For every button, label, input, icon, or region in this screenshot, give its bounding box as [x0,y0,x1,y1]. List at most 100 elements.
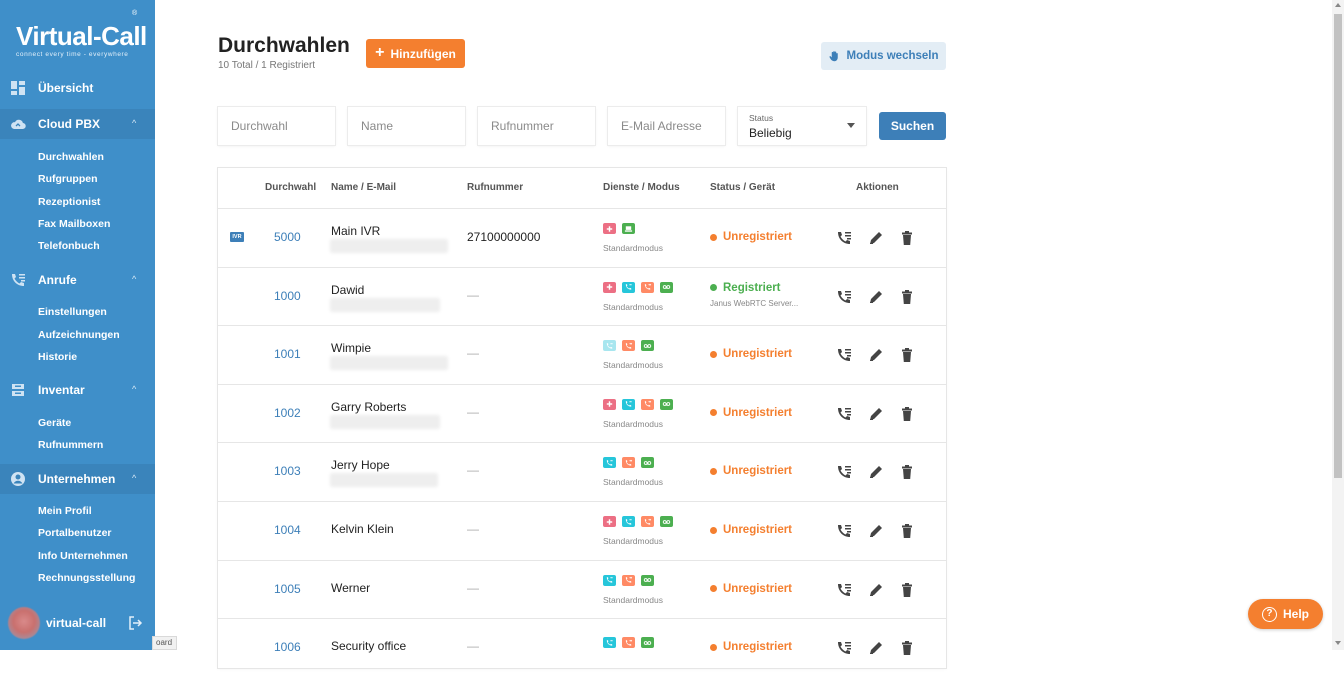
extension-link[interactable]: 1005 [274,582,301,596]
service-forward-icon[interactable] [622,457,635,469]
nav-calls[interactable]: Anrufe ^ [0,265,155,295]
service-voicemail-icon[interactable] [660,281,673,293]
edit-icon[interactable] [868,582,884,598]
number-filter[interactable] [478,107,595,145]
nav-item-rezeptionist[interactable]: Rezeptionist [38,196,100,208]
service-call-icon[interactable] [603,637,616,649]
nav-overview[interactable]: Übersicht [0,73,155,103]
service-voicemail-icon[interactable] [641,574,654,586]
service-voicemail-icon[interactable] [660,516,673,527]
scrollbar[interactable] [1332,0,1344,650]
delete-icon[interactable] [899,582,915,598]
service-dnd-icon[interactable] [603,516,616,527]
name-filter[interactable] [348,107,465,145]
edit-icon[interactable] [868,406,884,422]
service-forward-icon[interactable] [641,281,654,293]
edit-icon[interactable] [868,347,884,363]
service-forward-icon[interactable] [622,637,635,649]
edit-icon[interactable] [868,289,884,305]
service-dnd-icon[interactable] [603,223,616,234]
chevron-up-icon[interactable]: ^ [132,384,136,394]
scroll-up-arrow-icon[interactable] [1335,3,1341,7]
nav-item-durchwahlen[interactable]: Durchwahlen [38,151,104,163]
extension-filter-input[interactable] [229,118,335,134]
chevron-up-icon[interactable]: ^ [132,274,136,284]
nav-item-fax-mailboxen[interactable]: Fax Mailboxen [38,218,110,230]
name-filter-input[interactable] [359,118,465,134]
column-header-name[interactable]: Name / E-Mail [331,182,396,193]
call-log-icon[interactable] [836,289,852,305]
service-forward-icon[interactable] [622,340,635,352]
switch-mode-button[interactable]: Modus wechseln [821,42,946,70]
nav-item-rufnummern[interactable]: Rufnummern [38,439,103,451]
search-button[interactable]: Suchen [879,112,946,140]
extension-link[interactable]: 1001 [274,347,301,361]
service-call-icon[interactable] [622,516,635,527]
table-row[interactable]: 1003 Jerry Hope — Standardmodus Unregistrier… [218,442,946,501]
call-log-icon[interactable] [836,640,852,656]
service-voicemail-icon[interactable] [641,637,654,649]
delete-icon[interactable] [899,406,915,422]
delete-icon[interactable] [899,464,915,480]
service-call-icon[interactable] [603,574,616,586]
nav-item-mein-profil[interactable]: Mein Profil [38,505,92,517]
service-dnd-icon[interactable] [603,281,616,293]
avatar[interactable] [8,607,40,639]
nav-item-portalbenutzer[interactable]: Portalbenutzer [38,527,112,539]
status-select[interactable]: Status Beliebig [738,107,866,145]
table-row[interactable]: 1000 Dawid — Standardmodus Registriert Janus … [218,266,946,326]
service-call-icon[interactable] [603,457,616,469]
table-row[interactable]: IVR 5000 Main IVR 27100000000 Standardmodus U… [218,208,946,267]
email-filter[interactable] [608,107,725,145]
column-header-number[interactable]: Rufnummer [467,182,523,193]
call-log-icon[interactable] [836,582,852,598]
call-log-icon[interactable] [836,230,852,246]
service-voicemail-icon[interactable] [641,340,654,352]
table-row[interactable]: 1006 Security office — Unregistriert [218,618,946,677]
scroll-down-arrow-icon[interactable] [1335,641,1341,645]
call-log-icon[interactable] [836,464,852,480]
nav-company[interactable]: Unternehmen ^ [0,464,155,494]
logout-icon[interactable] [127,615,143,631]
nav-item-historie[interactable]: Historie [38,351,77,363]
service-dnd-icon[interactable] [603,398,616,410]
chevron-up-icon[interactable]: ^ [132,473,136,483]
call-log-icon[interactable] [836,347,852,363]
extension-link[interactable]: 1003 [274,464,301,478]
nav-item-geraete[interactable]: Geräte [38,417,71,429]
extension-link[interactable]: 1002 [274,406,301,420]
table-row[interactable]: 1005 Werner — Standardmodus Unregistriert [218,559,946,619]
extension-filter[interactable] [218,107,335,145]
nav-item-rechnungsstellung[interactable]: Rechnungsstellung [38,572,135,584]
service-forward-icon[interactable] [622,574,635,586]
delete-icon[interactable] [899,523,915,539]
edit-icon[interactable] [868,230,884,246]
add-extension-button[interactable]: + Hinzufügen [366,39,465,68]
service-call-icon[interactable] [622,281,635,293]
extension-link[interactable]: 1000 [274,289,301,303]
service-forward-icon[interactable] [641,516,654,527]
scrollbar-thumb[interactable] [1334,14,1342,478]
extension-link[interactable]: 1004 [274,523,301,537]
chevron-up-icon[interactable]: ^ [132,118,136,128]
service-fax-icon[interactable] [622,223,635,234]
column-header-extension[interactable]: Durchwahl [265,182,316,193]
service-voicemail-icon[interactable] [660,398,673,410]
service-forward-icon[interactable] [641,398,654,410]
nav-item-rufgruppen[interactable]: Rufgruppen [38,173,98,185]
extension-link[interactable]: 1006 [274,640,301,654]
nav-inventory[interactable]: Inventar ^ [0,375,155,405]
delete-icon[interactable] [899,347,915,363]
table-row[interactable]: 1004 Kelvin Klein — Standardmodus Unregistri… [218,501,946,560]
email-filter-input[interactable] [619,118,725,134]
edit-icon[interactable] [868,464,884,480]
nav-item-info-unternehmen[interactable]: Info Unternehmen [38,550,128,562]
edit-icon[interactable] [868,523,884,539]
service-voicemail-icon[interactable] [641,457,654,469]
edit-icon[interactable] [868,640,884,656]
nav-item-einstellungen[interactable]: Einstellungen [38,306,107,318]
delete-icon[interactable] [899,289,915,305]
nav-item-aufzeichnungen[interactable]: Aufzeichnungen [38,329,120,341]
call-log-icon[interactable] [836,406,852,422]
nav-cloud-pbx[interactable]: Cloud PBX ^ [0,109,155,139]
